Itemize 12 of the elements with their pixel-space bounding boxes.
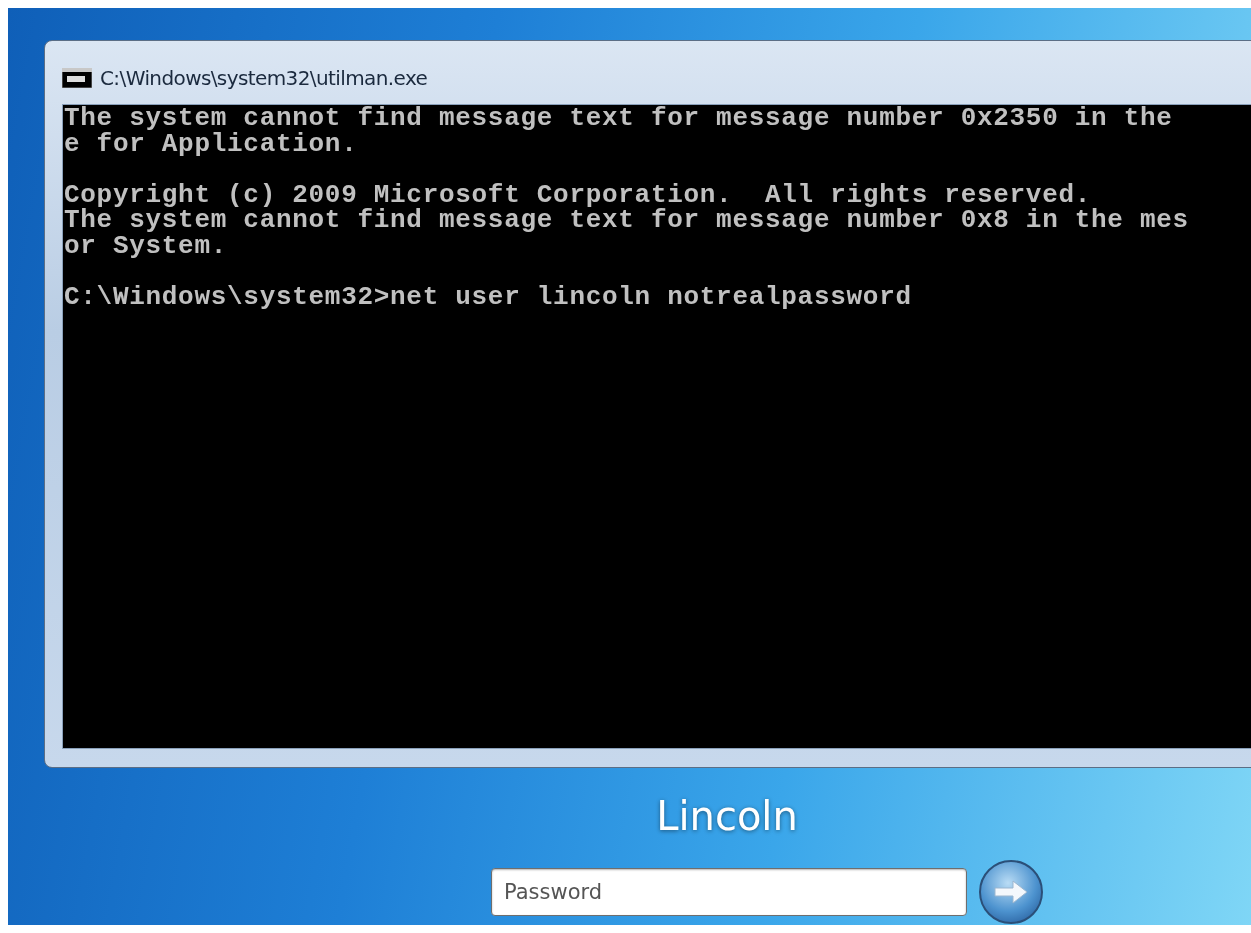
right-arrow-icon (993, 879, 1029, 905)
submit-button[interactable] (979, 860, 1043, 924)
console-line: C:\Windows\system32>net user lincoln notrealpassword (64, 284, 913, 310)
console-line: Copyright (c) 2009 Microsoft Corporation. All rights reserved. (64, 182, 1092, 208)
console-line: The system cannot find message text for message number 0x2350 in the (64, 106, 1174, 132)
console-line: or System. (64, 233, 229, 259)
console-icon (62, 67, 92, 88)
user-name: Lincoln (656, 792, 798, 841)
console-line: e for Application. (64, 131, 359, 157)
window-title: C:\Windows\system32\utilman.exe (100, 64, 428, 92)
console-line: The system cannot find message text for message number 0x8 in the mes (64, 208, 1190, 234)
password-field[interactable]: Password (491, 868, 967, 916)
